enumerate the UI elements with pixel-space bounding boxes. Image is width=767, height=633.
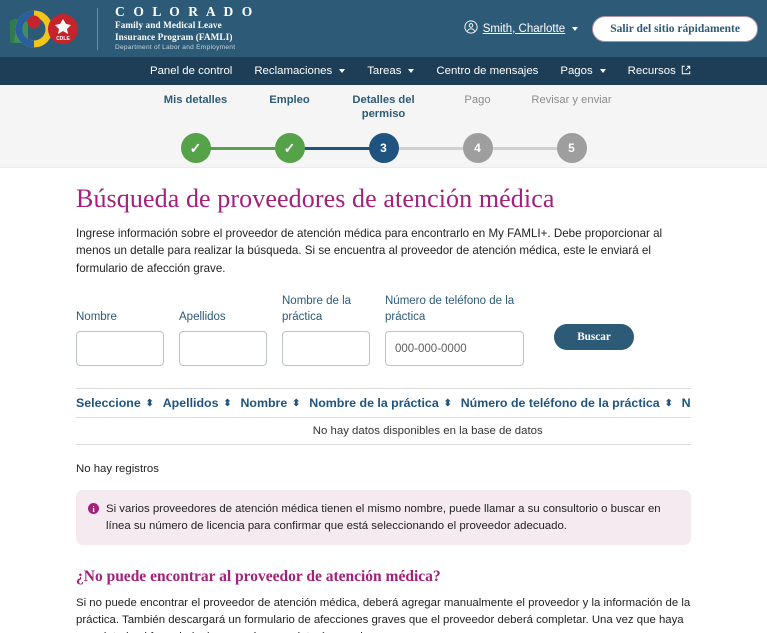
step-label-5: Revisar y enviar bbox=[531, 94, 612, 106]
provider-search-form: Nombre Apellidos Nombre de la práctica N… bbox=[76, 294, 691, 367]
page-intro: Ingrese información sobre el proveedor d… bbox=[76, 227, 663, 275]
nav-item-centro-de-mensajes[interactable]: Centro de mensajes bbox=[436, 65, 538, 77]
column-header-nombre-practica[interactable]: Nombre de la práctica ⬍ bbox=[309, 388, 461, 419]
column-label: Nombre bbox=[240, 396, 288, 411]
stepper-dots: ✓ ✓ 3 4 5 bbox=[149, 133, 619, 163]
header-right: Smith, Charlotte Salir del sitio rápidam… bbox=[464, 15, 758, 42]
chevron-down-icon bbox=[339, 69, 346, 73]
external-link-icon bbox=[681, 65, 691, 78]
table-empty-row: No hay datos disponibles en la base de d… bbox=[76, 417, 691, 446]
brand-program-line1: Family and Medical Leave bbox=[115, 19, 222, 30]
column-label: Nombre de la práctica bbox=[309, 396, 439, 411]
chevron-down-icon bbox=[599, 69, 606, 73]
sort-updown-icon: ⬍ bbox=[443, 398, 452, 410]
search-button[interactable]: Buscar bbox=[554, 324, 634, 351]
svg-text:CDLE: CDLE bbox=[56, 36, 70, 42]
field-nombre: Nombre bbox=[76, 310, 164, 367]
sort-updown-icon: ⬍ bbox=[292, 398, 301, 410]
nav-item-panel-de-control[interactable]: Panel de control bbox=[150, 65, 232, 77]
results-table: Seleccione ⬍ Apellidos ⬍ Nombre ⬍ Nombre de… bbox=[76, 388, 691, 446]
user-menu[interactable]: Smith, Charlotte bbox=[464, 20, 579, 37]
colorado-cdle-logo: CDLE bbox=[6, 9, 86, 49]
field-label-nombre-practica: Nombre de la práctica bbox=[282, 295, 352, 323]
sort-updown-icon: ⬍ bbox=[664, 398, 673, 410]
column-header-apellidos[interactable]: Apellidos ⬍ bbox=[162, 388, 241, 419]
sort-updown-icon: ⬍ bbox=[145, 398, 154, 410]
info-circle-icon: i bbox=[88, 503, 99, 515]
quick-exit-button[interactable]: Salir del sitio rápidamente bbox=[592, 15, 758, 42]
info-alert-text: Si varios proveedores de atención médica… bbox=[106, 503, 661, 532]
chevron-down-icon bbox=[572, 26, 579, 31]
nav-item-reclamaciones[interactable]: Reclamaciones bbox=[254, 65, 346, 77]
brand-text: C O L O R A D O Family and Medical Leave… bbox=[115, 3, 255, 52]
nav-item-pagos[interactable]: Pagos bbox=[560, 65, 606, 77]
no-records-label: No hay registros bbox=[76, 463, 159, 476]
nav-label: Pagos bbox=[560, 65, 593, 77]
step-label-3: Detalles del permiso bbox=[352, 94, 415, 120]
brand-state: C O L O R A D O bbox=[115, 3, 255, 19]
column-label: Seleccione bbox=[76, 396, 141, 411]
main-content: Búsqueda de proveedores de atención médi… bbox=[0, 168, 767, 633]
nav-label: Reclamaciones bbox=[254, 65, 333, 77]
sort-updown-icon: ⬍ bbox=[223, 398, 232, 410]
user-menu-label: Smith, Charlotte bbox=[482, 22, 566, 35]
field-label-apellidos: Apellidos bbox=[179, 310, 226, 323]
field-label-nombre: Nombre bbox=[76, 310, 117, 323]
table-header-row: Seleccione ⬍ Apellidos ⬍ Nombre ⬍ Nombre de… bbox=[76, 388, 691, 419]
step-label-1: Mis detalles bbox=[163, 94, 228, 106]
search-input-apellidos[interactable] bbox=[179, 331, 267, 367]
brand-program-line2: Insurance Program (FAMLI) bbox=[115, 31, 233, 42]
step-dot-5[interactable]: 5 bbox=[556, 133, 587, 163]
column-header-seleccione[interactable]: Seleccione ⬍ bbox=[76, 388, 163, 419]
main-nav: Panel de control Reclamaciones Tareas Ce… bbox=[0, 57, 767, 85]
step-dot-1[interactable]: ✓ bbox=[180, 133, 211, 163]
nav-label: Centro de mensajes bbox=[436, 65, 539, 77]
user-circle-icon bbox=[464, 20, 478, 37]
nav-label: Tareas bbox=[367, 65, 402, 77]
nav-item-tareas[interactable]: Tareas bbox=[367, 65, 415, 77]
column-header-nombre[interactable]: Nombre ⬍ bbox=[240, 388, 310, 419]
field-label-telefono-practica: Número de teléfono de la práctica bbox=[385, 295, 515, 323]
page-title: Búsqueda de proveedores de atención médi… bbox=[76, 184, 555, 213]
brand-divider bbox=[97, 7, 98, 50]
cannot-find-body: Si no puede encontrar el proveedor de at… bbox=[76, 597, 691, 633]
field-telefono-practica: Número de teléfono de la práctica bbox=[385, 294, 524, 367]
nav-item-recursos[interactable]: Recursos bbox=[628, 65, 691, 78]
column-label: Apellidos bbox=[162, 396, 219, 411]
step-dot-3[interactable]: 3 bbox=[368, 133, 399, 163]
brand-lockup: CDLE C O L O R A D O Family and Medical … bbox=[6, 3, 255, 52]
column-header-telefono-practica[interactable]: Número de teléfono de la práctica ⬍ bbox=[460, 388, 682, 419]
table-empty-message: No hay datos disponibles en la base de d… bbox=[76, 417, 691, 446]
step-label-2: Empleo bbox=[269, 94, 310, 106]
stepper-track: ✓ ✓ 3 4 5 bbox=[149, 133, 619, 163]
column-header-numero-licencia[interactable]: Número de lice bbox=[681, 388, 691, 419]
stepper-labels: Mis detalles Empleo Detalles del permiso… bbox=[149, 93, 619, 121]
site-header: CDLE C O L O R A D O Family and Medical … bbox=[0, 0, 767, 57]
nav-label: Panel de control bbox=[150, 65, 233, 77]
column-label: Número de lice bbox=[681, 396, 691, 411]
step-dot-4[interactable]: 4 bbox=[462, 133, 493, 163]
provider-results-table: Seleccione ⬍ Apellidos ⬍ Nombre ⬍ Nombre de… bbox=[76, 388, 691, 446]
check-icon: ✓ bbox=[283, 140, 296, 156]
search-input-nombre[interactable] bbox=[76, 331, 164, 367]
step-dot-2[interactable]: ✓ bbox=[274, 133, 305, 163]
field-apellidos: Apellidos bbox=[179, 310, 267, 367]
info-alert: i Si varios proveedores de atención médi… bbox=[76, 490, 691, 546]
cannot-find-heading: ¿No puede encontrar al proveedor de aten… bbox=[76, 568, 441, 586]
brand-department: Department of Labor and Employment bbox=[115, 44, 236, 52]
search-input-nombre-practica[interactable] bbox=[282, 331, 370, 367]
step-label-4: Pago bbox=[464, 94, 491, 106]
field-nombre-practica: Nombre de la práctica bbox=[282, 294, 370, 367]
chevron-down-icon bbox=[408, 69, 415, 73]
search-input-telefono-practica[interactable] bbox=[385, 331, 524, 367]
nav-label: Recursos bbox=[627, 65, 676, 77]
column-label: Número de teléfono de la práctica bbox=[460, 396, 660, 411]
progress-stepper: Mis detalles Empleo Detalles del permiso… bbox=[0, 85, 767, 168]
check-icon: ✓ bbox=[189, 140, 202, 156]
